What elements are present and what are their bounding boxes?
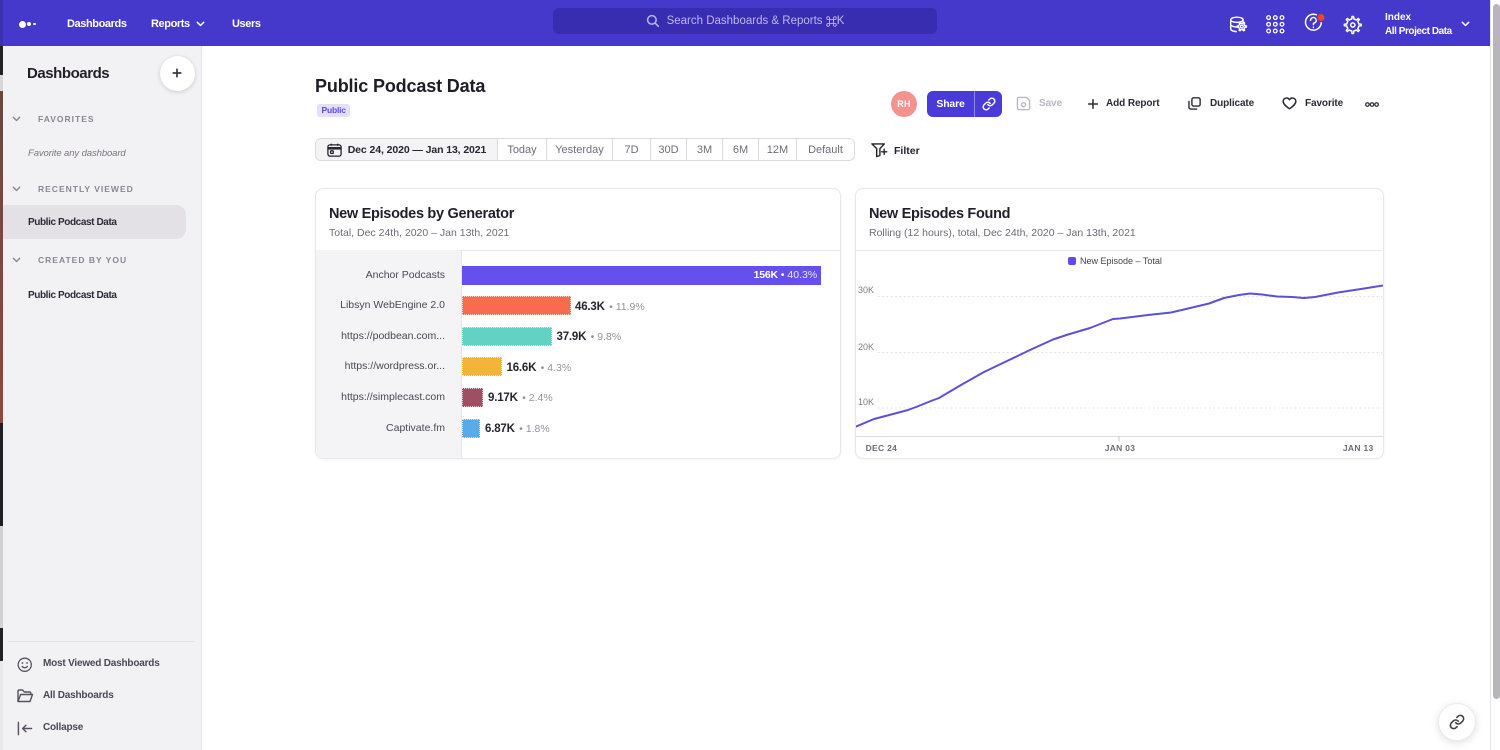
svg-text:DEC 24: DEC 24 <box>866 443 898 453</box>
svg-text:30K: 30K <box>858 285 874 295</box>
svg-text:20K: 20K <box>858 342 874 352</box>
svg-text:JAN 03: JAN 03 <box>1105 443 1136 453</box>
svg-text:10K: 10K <box>858 397 874 407</box>
svg-text:JAN 13: JAN 13 <box>1343 443 1374 453</box>
